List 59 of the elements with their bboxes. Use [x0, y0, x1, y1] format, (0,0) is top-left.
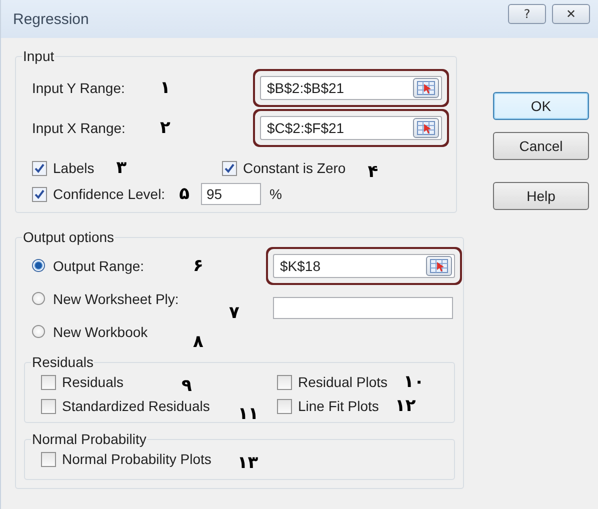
confidence-field[interactable]: 95	[201, 183, 262, 205]
range-value: $B$2:$B$21	[267, 80, 344, 96]
checkbox-label: Normal Probability Plots	[62, 451, 212, 467]
annotation-number: ۷	[229, 302, 240, 322]
checkbox[interactable]	[32, 160, 47, 176]
annotation-number: ۱۰	[404, 372, 424, 392]
dialog-button[interactable]: OK	[493, 92, 589, 120]
checkbox[interactable]	[41, 452, 56, 466]
checkbox-label: Standardized Residuals	[62, 398, 210, 414]
radio-button[interactable]	[32, 259, 45, 272]
checkbox-label: Confidence Level:	[53, 186, 166, 202]
group-title: Residuals	[31, 354, 94, 370]
annotation-number: ۱	[160, 78, 172, 98]
annotation-number: ۱۲	[394, 396, 416, 416]
collapse-dialog-icon	[430, 258, 448, 272]
radio-label: New Worksheet Ply:	[53, 290, 180, 306]
checkbox-label: Residuals	[62, 374, 124, 390]
dialog-button[interactable]: Help	[493, 182, 589, 210]
collapse-dialog-icon	[417, 121, 435, 135]
checkbox-label: Residual Plots	[298, 374, 388, 390]
annotation-number: ۱۱	[238, 404, 259, 424]
range-value: $K$18	[280, 258, 320, 274]
checkbox[interactable]	[277, 374, 292, 390]
annotation-number: ۳	[116, 158, 127, 178]
group-title: Normal Probability	[31, 431, 148, 447]
group-title: Input	[22, 48, 56, 64]
help-button[interactable]: ?	[508, 4, 546, 24]
checkbox[interactable]	[222, 160, 237, 176]
checkbox[interactable]	[41, 398, 56, 414]
checkbox[interactable]	[277, 398, 292, 414]
field-label: Input Y Range:	[32, 80, 126, 96]
radio-label: Output Range:	[53, 258, 146, 274]
annotation-number: ۶	[193, 256, 204, 276]
range-value: $C$2:$F$21	[267, 120, 344, 136]
sheet-name-field[interactable]	[273, 296, 453, 318]
range-picker-button[interactable]	[413, 78, 439, 98]
annotation-number: ۴	[368, 162, 378, 182]
window-title: Regression	[13, 10, 89, 28]
annotation-number: ۵	[179, 184, 190, 204]
annotation-number: ۱۳	[237, 453, 258, 473]
checkbox[interactable]	[32, 186, 47, 202]
range-picker-button[interactable]	[413, 118, 439, 138]
collapse-dialog-icon	[417, 81, 435, 95]
radio-button[interactable]	[32, 292, 45, 305]
group-title: Output options	[22, 229, 116, 245]
dialog-button[interactable]: Cancel	[493, 132, 589, 160]
range-picker-button[interactable]	[426, 256, 452, 276]
annotation-number: ۲	[160, 118, 172, 138]
close-button[interactable]: ✕	[552, 4, 590, 24]
field-label: Input X Range:	[32, 120, 126, 136]
radio-button[interactable]	[32, 325, 45, 338]
checkbox-label: Constant is Zero	[243, 160, 346, 176]
checkbox[interactable]	[41, 374, 56, 390]
checkbox-label: Line Fit Plots	[298, 398, 379, 414]
annotation-number: ۸	[193, 332, 204, 352]
percent-sign: %	[269, 186, 282, 202]
annotation-number: ۹	[181, 376, 192, 396]
radio-label: New Workbook	[53, 324, 149, 340]
checkbox-label: Labels	[53, 160, 94, 176]
